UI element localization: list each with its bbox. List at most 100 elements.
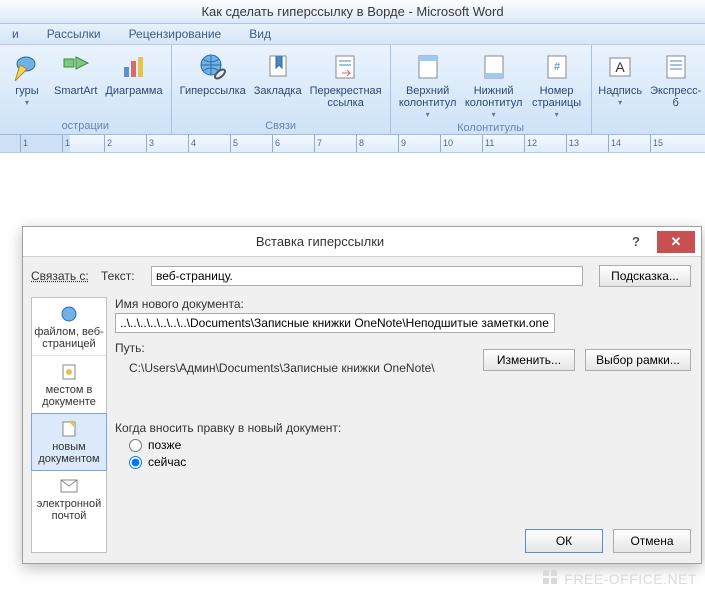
linkto-existing-label: файлом, веб- страницей bbox=[34, 326, 103, 350]
pagenum-button[interactable]: # Номер страницы ▾ bbox=[527, 47, 587, 121]
linkto-place-label: местом в документе bbox=[42, 384, 96, 408]
ribbon: гуры ▾ SmartArt Диаграмма острации Гипер… bbox=[0, 45, 705, 135]
tab-mailings[interactable]: Рассылки bbox=[35, 24, 113, 44]
watermark-text: FREE-OFFICE.NET bbox=[564, 571, 697, 587]
shapes-label: гуры bbox=[15, 85, 38, 97]
group-links: Гиперссылка Закладка Перекрестная ссылка… bbox=[172, 45, 391, 134]
crossref-button[interactable]: Перекрестная ссылка bbox=[306, 47, 386, 119]
chart-icon bbox=[118, 51, 150, 83]
linkto-email-label: электронной почтой bbox=[37, 498, 102, 522]
document-place-icon bbox=[59, 362, 79, 382]
group-illustrations: гуры ▾ SmartArt Диаграмма острации bbox=[0, 45, 172, 134]
email-icon bbox=[59, 476, 79, 496]
ruler[interactable]: 1123456789101112131415 bbox=[0, 135, 705, 153]
newdoc-name-label: Имя нового документа: bbox=[115, 297, 691, 311]
bookmark-button[interactable]: Закладка bbox=[250, 47, 306, 119]
dialog-main: Имя нового документа: Путь: C:\Users\Адм… bbox=[115, 297, 691, 519]
footer-button[interactable]: Нижний колонтитул ▾ bbox=[461, 47, 527, 121]
ruler-tick: 6 bbox=[272, 135, 280, 153]
display-text-input[interactable] bbox=[151, 266, 583, 286]
ruler-tick: 11 bbox=[482, 135, 494, 153]
group-hf-label: Колонтитулы bbox=[395, 121, 587, 136]
cancel-button[interactable]: Отмена bbox=[613, 529, 691, 553]
ruler-tick: 10 bbox=[440, 135, 453, 153]
crossref-icon bbox=[330, 51, 362, 83]
ruler-tick: 7 bbox=[314, 135, 322, 153]
chevron-down-icon: ▾ bbox=[426, 110, 430, 119]
tab-partial[interactable]: и bbox=[0, 24, 31, 44]
chevron-down-icon: ▾ bbox=[492, 110, 496, 119]
group-text: A Надпись ▾ Экспресс-б bbox=[592, 45, 705, 134]
globe-link-icon bbox=[197, 51, 229, 83]
linkto-email[interactable]: электронной почтой bbox=[32, 470, 106, 528]
ruler-tick: 4 bbox=[188, 135, 196, 153]
textbox-label: Надпись bbox=[598, 85, 642, 97]
ruler-tick: 1 bbox=[62, 135, 70, 153]
edit-now-input[interactable] bbox=[129, 456, 142, 469]
when-edit-label: Когда вносить правку в новый документ: bbox=[115, 421, 691, 435]
app-titlebar: Как сделать гиперссылку в Ворде - Micros… bbox=[0, 0, 705, 24]
ruler-tick: 14 bbox=[608, 135, 621, 153]
group-text-label bbox=[596, 119, 705, 134]
ruler-tick: 9 bbox=[398, 135, 406, 153]
tab-review[interactable]: Рецензирование bbox=[117, 24, 234, 44]
header-icon bbox=[412, 51, 444, 83]
dialog-button-bar: ОК Отмена bbox=[525, 529, 691, 553]
quickparts-icon bbox=[660, 51, 692, 83]
group-headerfooter: Верхний колонтитул ▾ Нижний колонтитул ▾… bbox=[391, 45, 592, 134]
pagenum-icon: # bbox=[541, 51, 573, 83]
smartart-label: SmartArt bbox=[54, 85, 97, 97]
header-label: Верхний колонтитул bbox=[399, 85, 457, 109]
target-frame-button[interactable]: Выбор рамки... bbox=[585, 349, 691, 371]
chart-label: Диаграмма bbox=[105, 85, 162, 97]
ruler-tick: 13 bbox=[566, 135, 579, 153]
svg-text:A: A bbox=[615, 59, 625, 75]
ruler-tick: 12 bbox=[524, 135, 537, 153]
dialog-title: Вставка гиперссылки bbox=[23, 234, 617, 249]
group-illustrations-label: острации bbox=[4, 119, 167, 134]
hyperlink-button[interactable]: Гиперссылка bbox=[176, 47, 250, 119]
screentip-button[interactable]: Подсказка... bbox=[599, 265, 691, 287]
ribbon-tabs: и Рассылки Рецензирование Вид bbox=[0, 24, 705, 45]
ruler-tick: 2 bbox=[104, 135, 112, 153]
ok-button[interactable]: ОК bbox=[525, 529, 603, 553]
ruler-tick: 15 bbox=[650, 135, 663, 153]
insert-hyperlink-dialog: Вставка гиперссылки ? ✕ Связать с: Текст… bbox=[22, 226, 702, 564]
chevron-down-icon: ▾ bbox=[555, 110, 559, 119]
ruler-tick: 8 bbox=[356, 135, 364, 153]
edit-now-label: сейчас bbox=[148, 455, 186, 469]
watermark: FREE-OFFICE.NET bbox=[542, 569, 697, 587]
group-links-label: Связи bbox=[176, 119, 386, 134]
linkto-place[interactable]: местом в документе bbox=[32, 356, 106, 414]
footer-icon bbox=[478, 51, 510, 83]
help-button[interactable]: ? bbox=[617, 231, 655, 253]
bookmark-icon bbox=[262, 51, 294, 83]
quickparts-button[interactable]: Экспресс-б bbox=[645, 47, 705, 119]
chart-button[interactable]: Диаграмма bbox=[101, 47, 166, 119]
chevron-down-icon: ▾ bbox=[618, 98, 622, 107]
app-title: Как сделать гиперссылку в Ворде - Micros… bbox=[201, 4, 503, 19]
smartart-button[interactable]: SmartArt bbox=[50, 47, 101, 119]
link-to-panel: файлом, веб- страницей местом в документ… bbox=[31, 297, 107, 553]
header-button[interactable]: Верхний колонтитул ▾ bbox=[395, 47, 461, 121]
textbox-button[interactable]: A Надпись ▾ bbox=[596, 47, 645, 119]
edit-later-radio[interactable]: позже bbox=[129, 438, 691, 452]
tab-view[interactable]: Вид bbox=[237, 24, 283, 44]
footer-label: Нижний колонтитул bbox=[465, 85, 523, 109]
dialog-titlebar[interactable]: Вставка гиперссылки ? ✕ bbox=[23, 227, 701, 257]
linkto-newdoc[interactable]: новым документом bbox=[31, 413, 107, 471]
link-with-label: Связать с: bbox=[31, 269, 95, 283]
change-path-button[interactable]: Изменить... bbox=[483, 349, 575, 371]
svg-text:#: # bbox=[554, 61, 561, 73]
ruler-tick: 3 bbox=[146, 135, 154, 153]
linkto-existing[interactable]: файлом, веб- страницей bbox=[32, 298, 106, 356]
pagenum-label: Номер страницы bbox=[532, 85, 581, 109]
newdoc-name-input[interactable] bbox=[115, 313, 555, 333]
close-button[interactable]: ✕ bbox=[657, 231, 695, 253]
edit-later-input[interactable] bbox=[129, 439, 142, 452]
new-document-icon bbox=[59, 419, 79, 439]
text-label: Текст: bbox=[101, 269, 145, 283]
shapes-button[interactable]: гуры ▾ bbox=[4, 47, 50, 119]
ruler-tick: 5 bbox=[230, 135, 238, 153]
edit-now-radio[interactable]: сейчас bbox=[129, 455, 691, 469]
